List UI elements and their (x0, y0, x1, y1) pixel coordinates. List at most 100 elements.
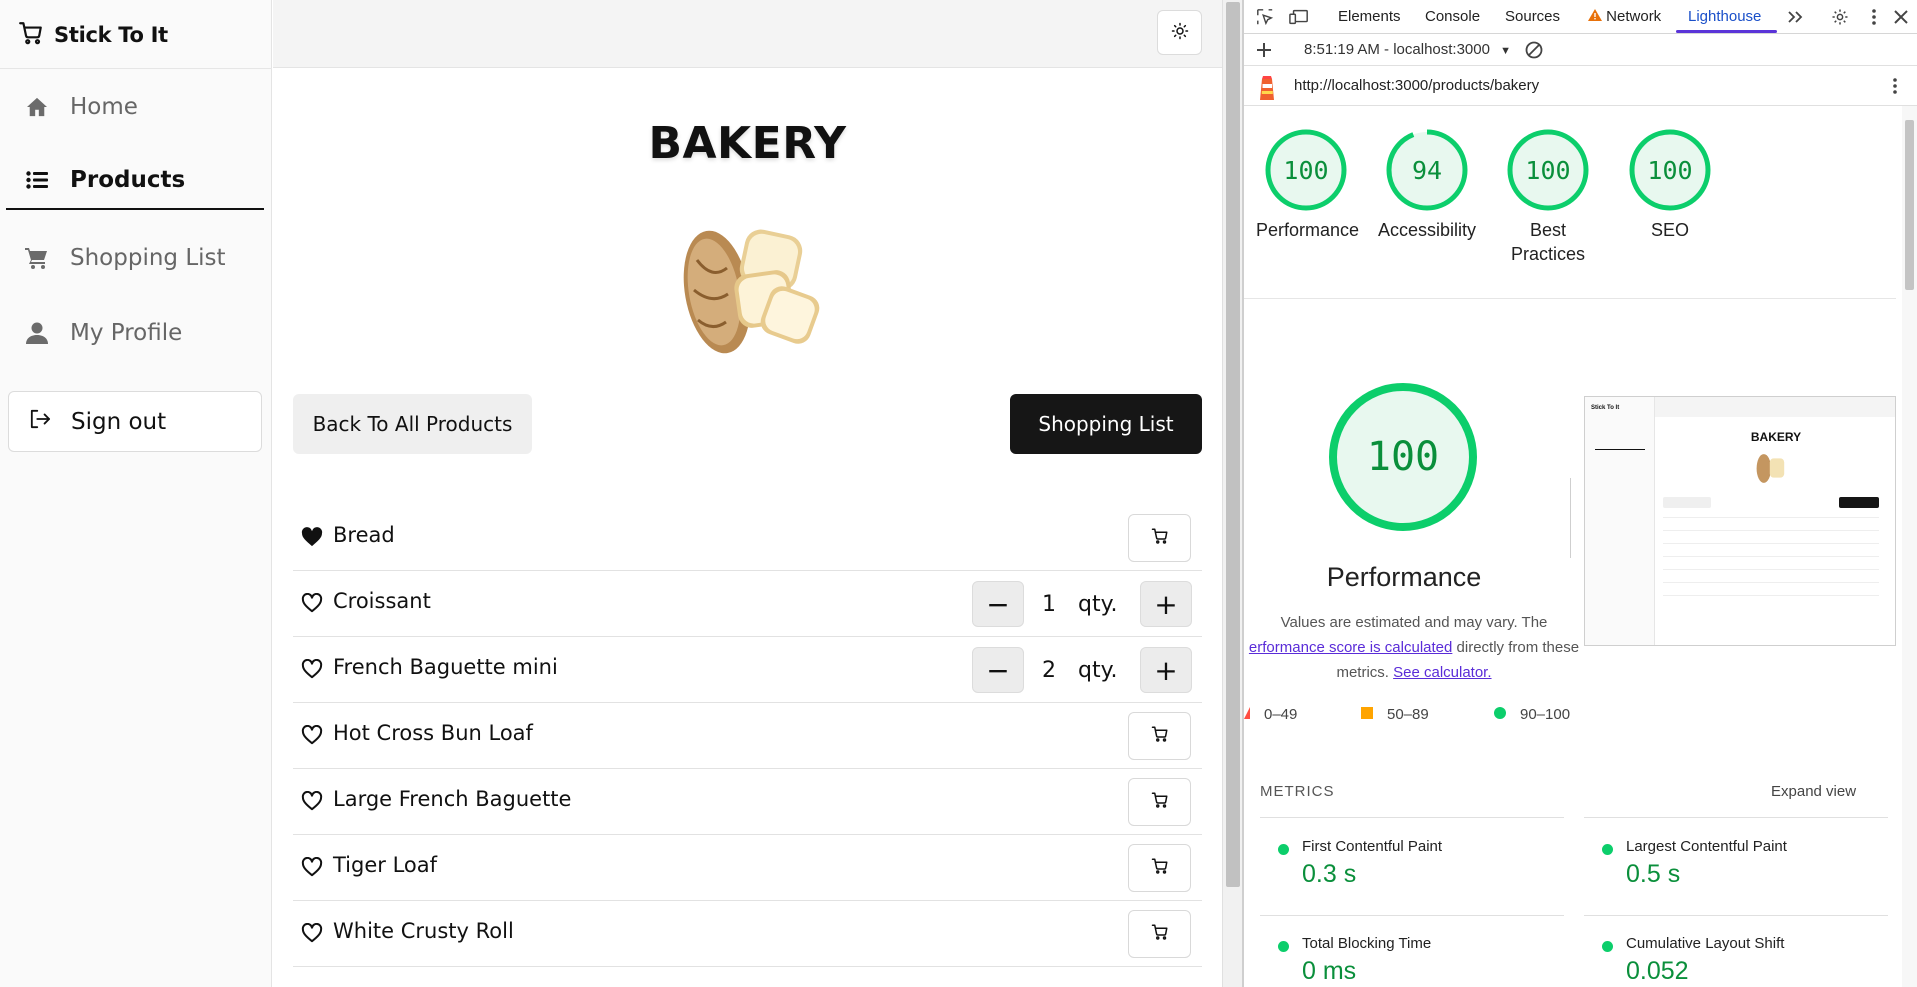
tab-elements[interactable]: Elements (1338, 8, 1401, 25)
sign-out-icon (29, 409, 51, 435)
close-icon[interactable] (1890, 6, 1912, 28)
minus-icon: − (986, 653, 1010, 687)
metric-name: Total Blocking Time (1302, 935, 1432, 952)
page-scrollbar[interactable] (1222, 0, 1242, 987)
list-icon (24, 171, 50, 189)
active-tab-indicator (1676, 30, 1777, 33)
kebab-menu-icon[interactable] (1863, 6, 1885, 28)
cart-logo-icon (18, 20, 44, 51)
performance-note: Values are estimated and may vary. The e… (1244, 610, 1584, 685)
lighthouse-logo-icon (1258, 74, 1276, 105)
quantity-stepper: − 2 qty. + (972, 646, 1192, 694)
gauge-ring: 94 (1386, 129, 1468, 211)
nav-item-home[interactable]: Home (6, 80, 264, 134)
clear-icon[interactable] (1523, 39, 1545, 61)
quantity-unit: qty. (1078, 657, 1118, 683)
plus-icon[interactable] (1253, 39, 1275, 61)
inspect-element-icon[interactable] (1254, 6, 1276, 28)
performance-score-gauge: 100 (1326, 380, 1480, 534)
nav-item-my-profile[interactable]: My Profile (6, 306, 264, 360)
devtools-scrollbar[interactable] (1902, 106, 1917, 987)
legend-label: 50–89 (1387, 706, 1429, 723)
add-to-cart-button[interactable] (1128, 844, 1191, 892)
report-menu-icon[interactable] (1884, 75, 1906, 97)
decrease-quantity-button[interactable]: − (972, 647, 1024, 693)
bakery-image (672, 220, 822, 360)
gauge-value: 94 (1412, 156, 1442, 185)
device-toolbar-icon[interactable] (1288, 6, 1310, 28)
gauge-label: Accessibility (1377, 220, 1477, 240)
legend-label: 90–100 (1520, 706, 1571, 723)
gauge-value: 100 (1647, 156, 1692, 185)
more-tabs-icon[interactable] (1784, 6, 1806, 28)
theme-toggle-button[interactable] (1157, 10, 1202, 55)
score-gauge[interactable]: 94 Accessibility (1366, 128, 1488, 242)
active-indicator (6, 208, 264, 210)
add-to-cart-button[interactable] (1128, 778, 1191, 826)
fail-triangle-icon (1244, 706, 1250, 723)
score-gauge[interactable]: 100 Performance (1245, 128, 1367, 242)
nav-item-label: Products (70, 167, 186, 193)
add-to-cart-button[interactable] (1128, 712, 1191, 760)
quantity-stepper: − 1 qty. + (972, 580, 1192, 628)
nav-item-products[interactable]: Products (6, 153, 264, 207)
add-to-cart-button[interactable] (1128, 910, 1191, 958)
sign-out-label: Sign out (71, 408, 167, 435)
sign-out-button[interactable]: Sign out (8, 391, 262, 452)
page-title: BAKERY (648, 118, 847, 169)
product-row: Tiger Loaf (293, 835, 1202, 901)
heart-outline-icon[interactable] (301, 592, 323, 615)
product-name: Tiger Loaf (333, 853, 438, 877)
quantity-unit: qty. (1078, 591, 1118, 617)
heart-outline-icon[interactable] (301, 790, 323, 813)
heart-outline-icon[interactable] (301, 922, 323, 945)
thumb-title: BAKERY (1750, 430, 1802, 444)
score-gauge[interactable]: 100 SEO (1609, 128, 1731, 242)
report-selector[interactable]: 8:51:19 AM - localhost:3000 ▼ (1304, 41, 1511, 58)
page-screenshot-thumbnail[interactable]: Stick To It BAKERY (1584, 396, 1896, 646)
cart-icon (1151, 923, 1169, 945)
settings-gear-icon[interactable] (1829, 6, 1851, 28)
heart-outline-icon[interactable] (301, 658, 323, 681)
gauge-ring: 100 (1629, 129, 1711, 211)
tab-console[interactable]: Console (1425, 8, 1480, 25)
heart-outline-icon[interactable] (301, 856, 323, 879)
brand[interactable]: Stick To It (18, 20, 168, 50)
score-gauge[interactable]: 100 Best Practices (1487, 128, 1609, 266)
nav-item-shopping-list[interactable]: Shopping List (6, 231, 264, 285)
increase-quantity-button[interactable]: + (1140, 581, 1192, 627)
heart-filled-icon[interactable] (301, 527, 323, 549)
scrollbar-thumb[interactable] (1226, 2, 1240, 887)
metric-value: 0.052 (1626, 957, 1689, 985)
app-window: Stick To It Home Products Shopping List (0, 0, 1222, 987)
score-calculated-link[interactable]: erformance score is calculated (1249, 639, 1452, 656)
tab-sources[interactable]: Sources (1505, 8, 1560, 25)
add-to-cart-button[interactable] (1128, 514, 1191, 562)
gauge-ring: 100 (1507, 129, 1589, 211)
nav-item-label: Shopping List (70, 245, 226, 271)
metric-value: 0.5 s (1626, 860, 1681, 888)
plus-icon: + (1154, 587, 1178, 621)
shopping-list-button[interactable]: Shopping List (1010, 394, 1202, 454)
metric-name: Cumulative Layout Shift (1626, 935, 1785, 952)
expand-view-button[interactable]: Expand view (1771, 783, 1856, 800)
see-calculator-link[interactable]: See calculator. (1393, 664, 1491, 681)
back-to-all-products-button[interactable]: Back To All Products (293, 394, 532, 454)
divider (1584, 817, 1888, 818)
brand-name: Stick To It (54, 23, 168, 47)
report-time: 8:51:19 AM - localhost:3000 (1304, 41, 1490, 58)
minus-icon: − (986, 587, 1010, 621)
scrollbar-thumb[interactable] (1905, 120, 1914, 290)
heart-outline-icon[interactable] (301, 724, 323, 747)
product-row: Large French Baguette (293, 769, 1202, 835)
metric-value: 0.3 s (1302, 860, 1357, 888)
tab-network[interactable]: Network (1588, 8, 1661, 25)
decrease-quantity-button[interactable]: − (972, 581, 1024, 627)
devtools-tab-bar: Elements Console Sources Network Lightho… (1244, 0, 1917, 34)
user-icon (24, 322, 50, 344)
cart-icon (1151, 791, 1169, 813)
tab-lighthouse[interactable]: Lighthouse (1688, 8, 1761, 25)
pass-dot-icon (1602, 941, 1613, 952)
url-bar: http://localhost:3000/products/bakery (1244, 66, 1917, 106)
increase-quantity-button[interactable]: + (1140, 647, 1192, 693)
